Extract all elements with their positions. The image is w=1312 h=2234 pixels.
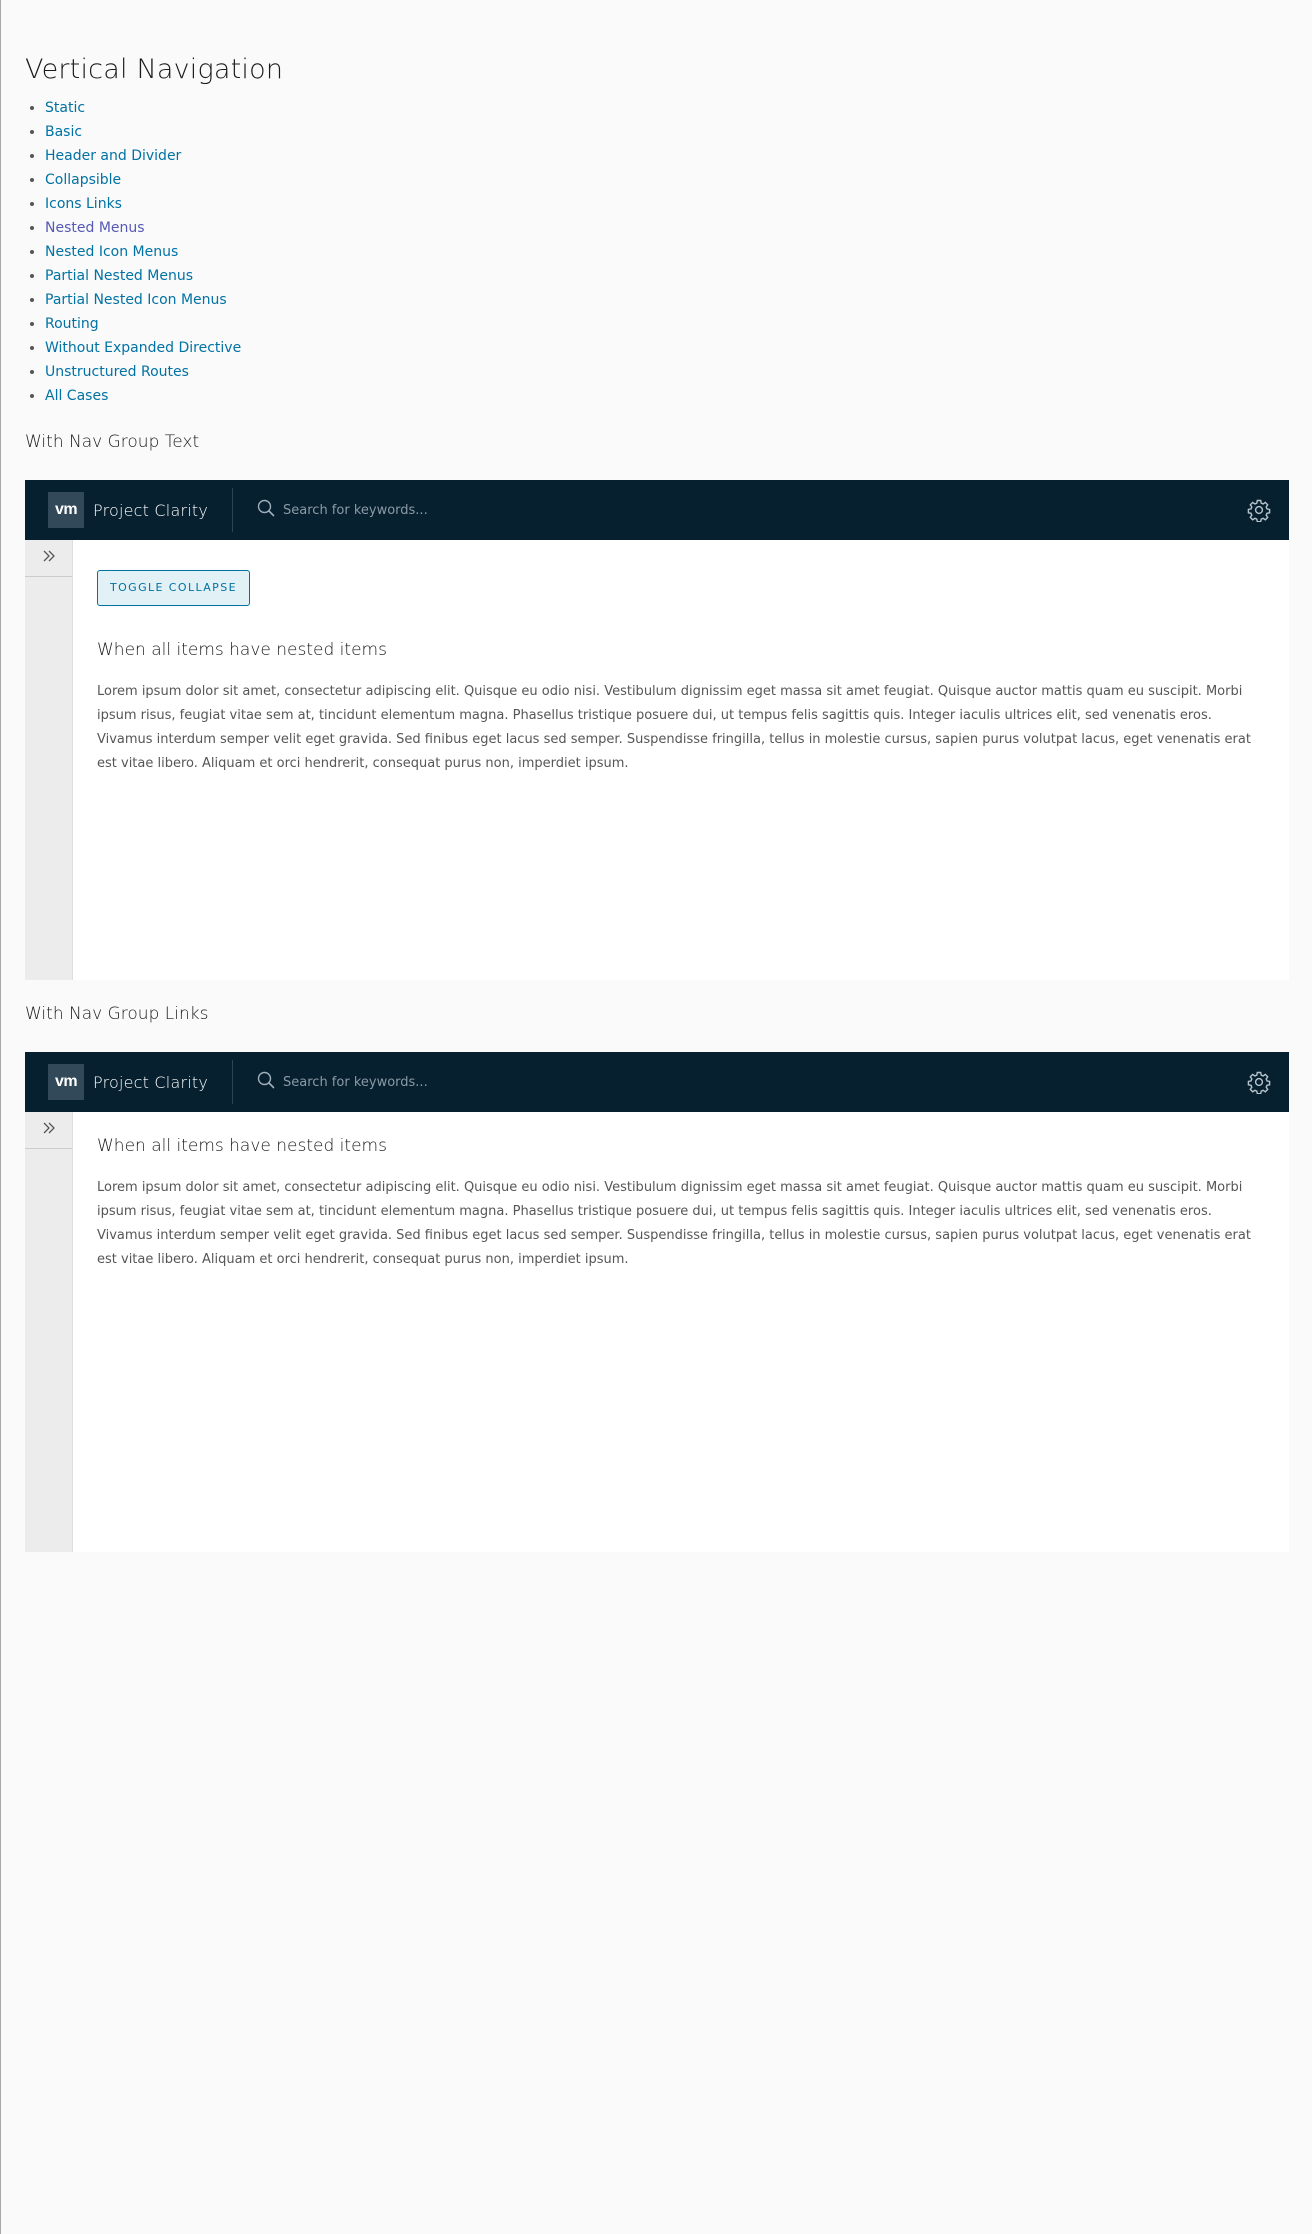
- demo-nav-group-links: vm Project Clarity Search for keywords..…: [25, 1052, 1289, 1552]
- list-item: Collapsible: [45, 168, 241, 192]
- list-item: Unstructured Routes: [45, 360, 241, 384]
- nav-link-all-cases[interactable]: All Cases: [45, 388, 108, 404]
- list-item: Partial Nested Icon Menus: [45, 288, 241, 312]
- branding[interactable]: vm Project Clarity: [25, 488, 234, 532]
- list-item: Nested Menus: [45, 216, 241, 240]
- list-item: Basic: [45, 120, 241, 144]
- content-paragraph: Lorem ipsum dolor sit amet, consectetur …: [97, 1180, 1251, 1267]
- search-icon: [257, 1071, 275, 1093]
- nav-link-header-and-divider[interactable]: Header and Divider: [45, 148, 181, 164]
- double-chevron-right-icon: [41, 548, 57, 568]
- list-item: Without Expanded Directive: [45, 336, 241, 360]
- content-container: When all items have nested items Lorem i…: [25, 1112, 1289, 1552]
- list-item: Nested Icon Menus: [45, 240, 241, 264]
- section-title-nav-group-links: With Nav Group Links: [25, 1004, 209, 1024]
- nav-link-unstructured-routes[interactable]: Unstructured Routes: [45, 364, 189, 380]
- main-content: TOGGLE COLLAPSE When all items have nest…: [73, 540, 1289, 980]
- content-heading: When all items have nested items: [97, 1136, 387, 1156]
- nav-link-partial-nested-icon-menus[interactable]: Partial Nested Icon Menus: [45, 292, 227, 308]
- search-box: [257, 488, 686, 532]
- branding[interactable]: vm Project Clarity: [25, 1060, 234, 1104]
- app-header: vm Project Clarity: [25, 480, 1289, 540]
- vertical-nav: [25, 1112, 73, 1552]
- list-item: Routing: [45, 312, 241, 336]
- brand-title: Project Clarity: [93, 1072, 209, 1092]
- list-item: Icons Links: [45, 192, 241, 216]
- search-input[interactable]: [281, 501, 686, 519]
- nav-link-nested-menus[interactable]: Nested Menus: [45, 220, 145, 236]
- nav-link-list: Static Basic Header and Divider Collapsi…: [25, 96, 241, 408]
- brand-title: Project Clarity: [93, 500, 209, 520]
- app-header: vm Project Clarity: [25, 1052, 1289, 1112]
- vm-logo-icon: vm: [48, 1064, 84, 1100]
- list-item: Partial Nested Menus: [45, 264, 241, 288]
- search-box: [257, 1060, 686, 1104]
- double-chevron-right-icon: [41, 1120, 57, 1140]
- nav-link-routing[interactable]: Routing: [45, 316, 99, 332]
- nav-link-nested-icon-menus[interactable]: Nested Icon Menus: [45, 244, 178, 260]
- list-item: All Cases: [45, 384, 241, 408]
- nav-link-static[interactable]: Static: [45, 100, 85, 116]
- nav-link-basic[interactable]: Basic: [45, 124, 82, 140]
- expand-nav-button[interactable]: [25, 1112, 72, 1149]
- search-icon: [257, 499, 275, 521]
- nav-link-partial-nested-menus[interactable]: Partial Nested Menus: [45, 268, 193, 284]
- content-paragraph: Lorem ipsum dolor sit amet, consectetur …: [97, 684, 1251, 771]
- demo-nav-group-text: vm Project Clarity Search for keywords..…: [25, 480, 1289, 980]
- nav-link-collapsible[interactable]: Collapsible: [45, 172, 121, 188]
- content-heading: When all items have nested items: [97, 640, 387, 660]
- section-title-nav-group-text: With Nav Group Text: [25, 432, 200, 452]
- expand-nav-button[interactable]: [25, 540, 72, 577]
- list-item: Header and Divider: [45, 144, 241, 168]
- nav-link-icons-links[interactable]: Icons Links: [45, 196, 122, 212]
- page-title: Vertical Navigation: [25, 54, 284, 85]
- gear-icon[interactable]: [1247, 1070, 1271, 1095]
- toggle-collapse-button[interactable]: TOGGLE COLLAPSE: [97, 570, 250, 606]
- nav-link-without-expanded-directive[interactable]: Without Expanded Directive: [45, 340, 241, 356]
- search-input[interactable]: [281, 1073, 686, 1091]
- vm-logo-icon: vm: [48, 492, 84, 528]
- content-container: TOGGLE COLLAPSE When all items have nest…: [25, 540, 1289, 980]
- list-item: Static: [45, 96, 241, 120]
- main-content: When all items have nested items Lorem i…: [73, 1112, 1289, 1552]
- gear-icon[interactable]: [1247, 498, 1271, 523]
- vertical-nav: [25, 540, 73, 980]
